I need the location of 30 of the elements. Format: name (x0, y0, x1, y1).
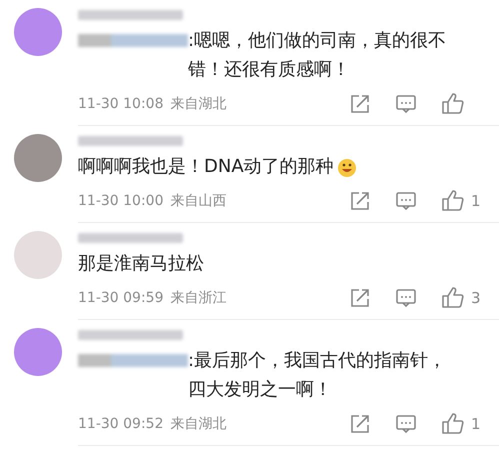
location-label: 来自山西 (170, 192, 226, 210)
timestamp: 11-30 09:59 (78, 290, 164, 306)
thumbs-up-icon[interactable] (441, 286, 465, 309)
like-count: 1 (471, 414, 481, 432)
avatar[interactable] (14, 134, 62, 182)
share-icon[interactable] (349, 190, 371, 212)
comment-icon[interactable] (395, 412, 417, 434)
comment-icon[interactable] (395, 286, 417, 308)
comment-text: 啊啊啊我也是！DNA动了的那种 (78, 155, 334, 179)
like-count: 1 (471, 192, 481, 210)
thumbs-up-icon[interactable] (441, 92, 465, 115)
comment-text: 那是淮南马拉松 (78, 252, 204, 276)
thumbs-up-icon[interactable] (441, 412, 465, 435)
location-label: 来自湖北 (170, 414, 226, 432)
share-icon[interactable] (349, 92, 371, 114)
comment-icon[interactable] (395, 190, 417, 212)
timestamp: 11-30 09:52 (78, 416, 164, 432)
comment-icon[interactable] (395, 92, 417, 114)
location-label: 来自浙江 (170, 288, 226, 306)
like-count: 3 (471, 288, 481, 306)
share-icon[interactable] (349, 412, 371, 434)
share-icon[interactable] (349, 286, 371, 308)
comment-text: :最后那个，我国古代的指南针，四大发明之一啊！ (188, 349, 448, 402)
avatar[interactable] (14, 328, 62, 376)
location-label: 来自湖北 (170, 94, 226, 112)
timestamp: 11-30 10:08 (78, 96, 164, 112)
timestamp: 11-30 10:00 (78, 192, 164, 208)
comment-text: :嗯嗯，他们做的司南，真的很不错！还很有质感啊！ (188, 29, 448, 82)
thumbs-up-icon[interactable] (441, 189, 465, 212)
avatar[interactable] (14, 8, 62, 56)
